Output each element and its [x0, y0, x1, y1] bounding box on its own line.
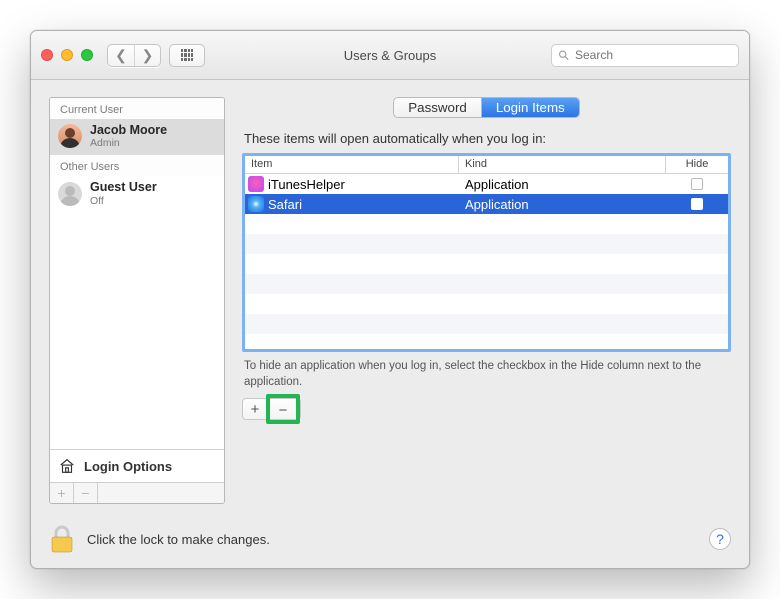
user-name: Guest User: [90, 180, 157, 194]
tab-login-items[interactable]: Login Items: [481, 98, 579, 117]
column-kind[interactable]: Kind: [459, 156, 666, 173]
login-items-table[interactable]: Item Kind Hide iTunesHelper Application: [242, 153, 731, 352]
lock-icon[interactable]: [49, 524, 75, 554]
house-icon: [58, 457, 76, 475]
users-sidebar: Current User Jacob Moore Admin Other Use…: [49, 97, 225, 504]
login-items-description: These items will open automatically when…: [244, 131, 731, 146]
hide-hint-text: To hide an application when you log in, …: [244, 359, 729, 390]
item-kind: Application: [459, 177, 666, 192]
add-user-button[interactable]: +: [50, 483, 74, 503]
zoom-button[interactable]: [81, 49, 93, 61]
grid-icon: [181, 49, 193, 61]
footer: Click the lock to make changes. ?: [49, 518, 731, 554]
remove-user-button[interactable]: −: [74, 483, 98, 503]
user-role: Off: [90, 195, 157, 207]
other-users-heading: Other Users: [50, 155, 224, 176]
safari-icon: [248, 196, 264, 212]
column-item[interactable]: Item: [245, 156, 459, 173]
tab-bar: Password Login Items: [242, 97, 731, 118]
table-row[interactable]: iTunesHelper Application: [245, 174, 728, 194]
help-button[interactable]: ?: [709, 528, 731, 550]
login-options-label: Login Options: [84, 459, 172, 474]
tab-password[interactable]: Password: [394, 98, 481, 117]
table-row[interactable]: Safari Application: [245, 194, 728, 214]
item-name: Safari: [268, 197, 302, 212]
nav-back-forward: ❮ ❯: [107, 44, 161, 67]
table-header: Item Kind Hide: [245, 156, 728, 174]
avatar: [58, 182, 82, 206]
item-kind: Application: [459, 197, 666, 212]
highlight-marker: −: [266, 394, 300, 424]
window-controls: [41, 49, 93, 61]
user-name: Jacob Moore: [90, 123, 167, 137]
item-name: iTunesHelper: [268, 177, 345, 192]
sidebar-user-current[interactable]: Jacob Moore Admin: [50, 119, 224, 155]
table-body: iTunesHelper Application Safari Applicat…: [245, 174, 728, 349]
close-button[interactable]: [41, 49, 53, 61]
lock-hint-text: Click the lock to make changes.: [87, 532, 270, 547]
forward-button[interactable]: ❯: [134, 45, 160, 66]
main-pane: Password Login Items These items will op…: [242, 97, 731, 504]
current-user-heading: Current User: [50, 98, 224, 119]
itunes-icon: [248, 176, 264, 192]
preferences-window: ❮ ❯ Users & Groups Current User Jacob Mo…: [30, 30, 750, 569]
sidebar-user-guest[interactable]: Guest User Off: [50, 176, 224, 212]
top-split: Current User Jacob Moore Admin Other Use…: [49, 97, 731, 504]
content-area: Current User Jacob Moore Admin Other Use…: [31, 80, 749, 568]
search-input[interactable]: [573, 47, 732, 63]
avatar: [58, 124, 82, 148]
add-login-item-button[interactable]: +: [243, 399, 267, 419]
search-field[interactable]: [551, 44, 739, 67]
hide-checkbox[interactable]: [691, 198, 703, 210]
show-all-button[interactable]: [169, 44, 205, 67]
add-remove-bar: + −: [242, 398, 731, 420]
column-hide[interactable]: Hide: [666, 156, 728, 173]
search-icon: [558, 49, 569, 61]
login-options-button[interactable]: Login Options: [50, 449, 224, 482]
user-role: Admin: [90, 137, 167, 149]
titlebar: ❮ ❯ Users & Groups: [31, 31, 749, 80]
remove-login-item-button[interactable]: −: [271, 399, 295, 421]
sidebar-footer: + −: [50, 482, 224, 503]
back-button[interactable]: ❮: [108, 45, 134, 66]
hide-checkbox[interactable]: [691, 178, 703, 190]
minimize-button[interactable]: [61, 49, 73, 61]
